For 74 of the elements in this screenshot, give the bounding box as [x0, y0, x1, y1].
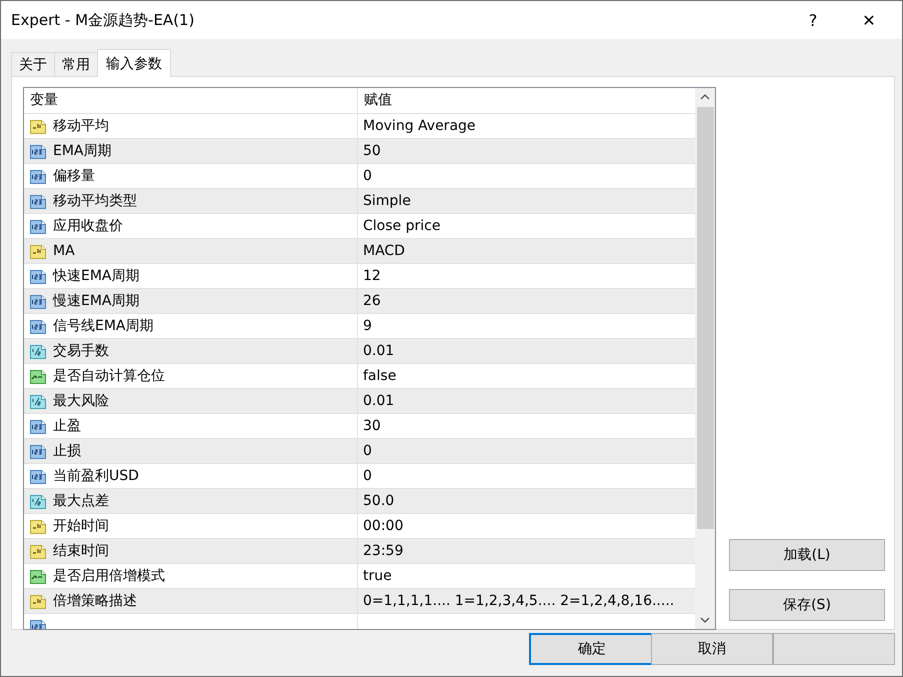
parameter-value[interactable]: 0	[363, 468, 372, 484]
parameter-name: 移动平均	[53, 117, 109, 135]
integer-type-icon	[29, 268, 47, 284]
text-type-icon	[29, 118, 47, 134]
column-header[interactable]: 变量	[24, 88, 357, 113]
fraction-type-icon	[29, 342, 47, 360]
parameter-name: MA	[53, 243, 75, 259]
parameter-value[interactable]: 30	[363, 418, 381, 434]
dialog-button[interactable]: 取消	[651, 633, 773, 665]
fraction-type-icon	[29, 392, 47, 410]
parameter-name: EMA周期	[53, 142, 112, 160]
window-title: Expert - M金源趋势-EA(1)	[11, 10, 196, 30]
integer-type-icon	[29, 168, 47, 184]
parameter-value[interactable]: 50.0	[363, 493, 394, 509]
parameter-value[interactable]: 00:00	[363, 518, 404, 534]
text-type-icon	[29, 518, 47, 534]
integer-type-icon	[29, 192, 47, 210]
parameter-name: 应用收盘价	[53, 217, 123, 235]
text-type-icon	[29, 242, 47, 260]
parameter-name: 交易手数	[53, 342, 109, 360]
side-button[interactable]: 保存(S)	[729, 589, 885, 621]
parameter-value[interactable]: 23:59	[363, 543, 404, 559]
scroll-up-icon[interactable]	[700, 94, 710, 100]
integer-type-icon	[29, 468, 47, 484]
parameter-value[interactable]: Close price	[363, 218, 440, 234]
parameter-value[interactable]: 26	[363, 293, 381, 309]
integer-type-icon	[29, 442, 47, 460]
side-button[interactable]: 加载(L)	[729, 539, 885, 571]
parameter-name: 开始时间	[53, 517, 109, 535]
parameter-value[interactable]: 0.01	[363, 343, 394, 359]
scroll-thumb[interactable]	[696, 107, 714, 529]
dialog-button[interactable]	[773, 633, 895, 665]
parameter-name: 慢速EMA周期	[53, 292, 140, 310]
parameter-name: 止盈	[53, 417, 81, 435]
parameter-value[interactable]: 0=1,1,1,1.... 1=1,2,3,4,5.... 2=1,2,4,8,16.....	[363, 593, 674, 609]
parameter-name: 移动平均类型	[53, 192, 137, 210]
parameter-value[interactable]: false	[363, 368, 396, 384]
parameter-name: 是否启用倍增模式	[53, 567, 165, 585]
parameter-value[interactable]: 0.01	[363, 393, 394, 409]
scrollbar[interactable]	[695, 88, 715, 629]
parameter-name: 是否自动计算仓位	[53, 367, 165, 385]
parameter-value[interactable]: Simple	[363, 193, 411, 209]
parameter-value[interactable]: Moving Average	[363, 118, 476, 134]
text-type-icon	[29, 542, 47, 560]
integer-type-icon	[29, 292, 47, 310]
parameter-name: 倍增策略描述	[53, 592, 137, 610]
boolean-type-icon	[29, 368, 47, 384]
integer-type-icon	[29, 218, 47, 234]
integer-type-icon	[29, 318, 47, 334]
parameter-value[interactable]: 9	[363, 318, 372, 334]
tab[interactable]: 关于	[11, 52, 55, 76]
parameter-name: 止损	[53, 442, 81, 460]
parameter-name: 快速EMA周期	[53, 267, 140, 285]
parameter-value[interactable]: 0	[363, 443, 372, 459]
parameter-name: 偏移量	[53, 167, 95, 185]
help-button[interactable]: ?	[790, 1, 836, 39]
parameter-name: 信号线EMA周期	[53, 317, 154, 335]
parameter-value[interactable]: 50	[363, 143, 381, 159]
parameter-name: 当前盈利USD	[53, 467, 139, 485]
tab[interactable]: 输入参数	[97, 49, 171, 77]
boolean-type-icon	[29, 568, 47, 584]
fraction-type-icon	[29, 492, 47, 510]
parameter-value[interactable]: 0	[363, 168, 372, 184]
text-type-icon	[29, 592, 47, 610]
scroll-down-icon[interactable]	[700, 617, 710, 623]
integer-type-icon	[29, 142, 47, 160]
parameter-name: 结束时间	[53, 542, 109, 560]
parameter-value[interactable]: MACD	[363, 243, 405, 259]
parameter-value[interactable]: true	[363, 568, 392, 584]
close-button[interactable]: ✕	[846, 1, 892, 39]
parameter-value[interactable]: 12	[363, 268, 381, 284]
integer-type-icon	[29, 418, 47, 434]
parameter-name: 最大风险	[53, 392, 109, 410]
parameter-name: 最大点差	[53, 492, 109, 510]
